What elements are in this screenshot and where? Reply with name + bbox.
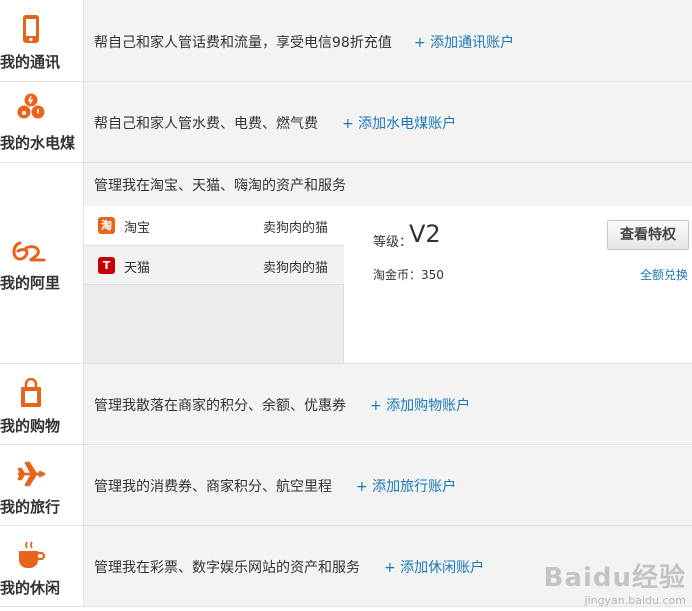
add-travel-account-link[interactable]: + 添加旅行账户: [356, 476, 456, 496]
category-cell: 我的阿里: [0, 163, 84, 363]
category-description: 管理我的消费券、商家积分、航空里程: [94, 479, 332, 495]
category-content: 管理我在淘宝、天猫、嗨淘的资产和服务 淘 淘宝 卖狗肉的猫 T 天猫 卖狗肉的猫…: [84, 163, 692, 363]
airplane-icon: [0, 460, 62, 492]
category-label: 我的阿里: [0, 274, 61, 292]
category-content: 帮自己和家人管水费、电费、燃气费 + 添加水电煤账户: [84, 82, 692, 162]
category-content: 帮自己和家人管话费和流量，享受电信98折充值 + 添加通讯账户: [84, 0, 692, 81]
phone-icon: [0, 14, 62, 48]
shopping-bag-icon: [0, 377, 62, 412]
ali-account-name: 淘宝: [124, 221, 151, 236]
watermark-url: jingyan.baidu.com: [584, 594, 686, 607]
category-row-telecom: 我的通讯 帮自己和家人管话费和流量，享受电信98折充值 + 添加通讯账户: [0, 0, 692, 82]
category-label: 我的购物: [0, 417, 61, 435]
ali-account-tmall[interactable]: T 天猫 卖狗肉的猫: [84, 245, 344, 285]
add-leisure-account-link[interactable]: + 添加休闲账户: [384, 557, 484, 577]
category-row-shopping: 我的购物 管理我散落在商家的积分、余额、优惠券 + 添加购物账户: [0, 364, 692, 445]
category-description: 管理我在淘宝、天猫、嗨淘的资产和服务: [94, 178, 346, 194]
category-row-alibaba: 我的阿里 管理我在淘宝、天猫、嗨淘的资产和服务 淘 淘宝 卖狗肉的猫 T 天猫 …: [0, 163, 692, 364]
level-value: V2: [409, 220, 441, 248]
ali-account-list: 淘 淘宝 卖狗肉的猫 T 天猫 卖狗肉的猫: [84, 206, 344, 363]
alibaba-icon: [0, 239, 62, 269]
category-description: 管理我散落在商家的积分、余额、优惠券: [94, 398, 346, 414]
category-cell: 我的水电煤: [0, 82, 84, 162]
category-label: 我的水电煤: [0, 134, 76, 152]
view-privileges-button[interactable]: 查看特权: [607, 220, 689, 250]
ali-account-name: 天猫: [124, 261, 151, 276]
category-description: 管理我在彩票、数字娱乐网站的资产和服务: [94, 560, 360, 576]
category-content: 管理我散落在商家的积分、余额、优惠券 + 添加购物账户: [84, 364, 692, 444]
category-cell: 我的通讯: [0, 0, 84, 81]
category-label: 我的休闲: [0, 579, 61, 597]
ali-account-detail: 等级： V2 查看特权 淘金币：350 全额兑换: [344, 206, 692, 363]
coffee-cup-icon: [0, 540, 62, 574]
taobao-icon: 淘: [98, 217, 115, 234]
category-cell: 我的购物: [0, 364, 84, 444]
category-description: 帮自己和家人管水费、电费、燃气费: [94, 116, 318, 132]
level-label: 等级：: [373, 235, 413, 250]
ali-account-user: 卖狗肉的猫: [262, 221, 328, 236]
category-label: 我的通讯: [0, 53, 61, 71]
category-description: 帮自己和家人管话费和流量，享受电信98折充值: [94, 35, 392, 51]
ali-account-taobao[interactable]: 淘 淘宝 卖狗肉的猫: [84, 206, 344, 246]
category-cell: 我的休闲: [0, 526, 84, 606]
add-shopping-account-link[interactable]: + 添加购物账户: [370, 395, 470, 415]
utility-icon: [0, 92, 62, 126]
baidu-jingyan-watermark: Baidu经验 jingyan.baidu.com: [544, 557, 686, 607]
category-cell: 我的旅行: [0, 445, 84, 525]
add-telecom-account-link[interactable]: + 添加通讯账户: [414, 32, 514, 52]
category-content: 管理我的消费券、商家积分、航空里程 + 添加旅行账户: [84, 445, 692, 525]
category-row-utilities: 我的水电煤 帮自己和家人管水费、电费、燃气费 + 添加水电煤账户: [0, 82, 692, 163]
watermark-brand: Baidu经验: [543, 563, 686, 593]
taobao-coin-balance: 淘金币：350: [373, 268, 444, 282]
category-row-travel: 我的旅行 管理我的消费券、商家积分、航空里程 + 添加旅行账户: [0, 445, 692, 526]
category-label: 我的旅行: [0, 498, 61, 516]
full-exchange-link[interactable]: 全额兑换: [640, 266, 688, 283]
add-utility-account-link[interactable]: + 添加水电煤账户: [342, 113, 456, 133]
tmall-icon: T: [98, 257, 115, 274]
ali-account-user: 卖狗肉的猫: [262, 261, 328, 276]
